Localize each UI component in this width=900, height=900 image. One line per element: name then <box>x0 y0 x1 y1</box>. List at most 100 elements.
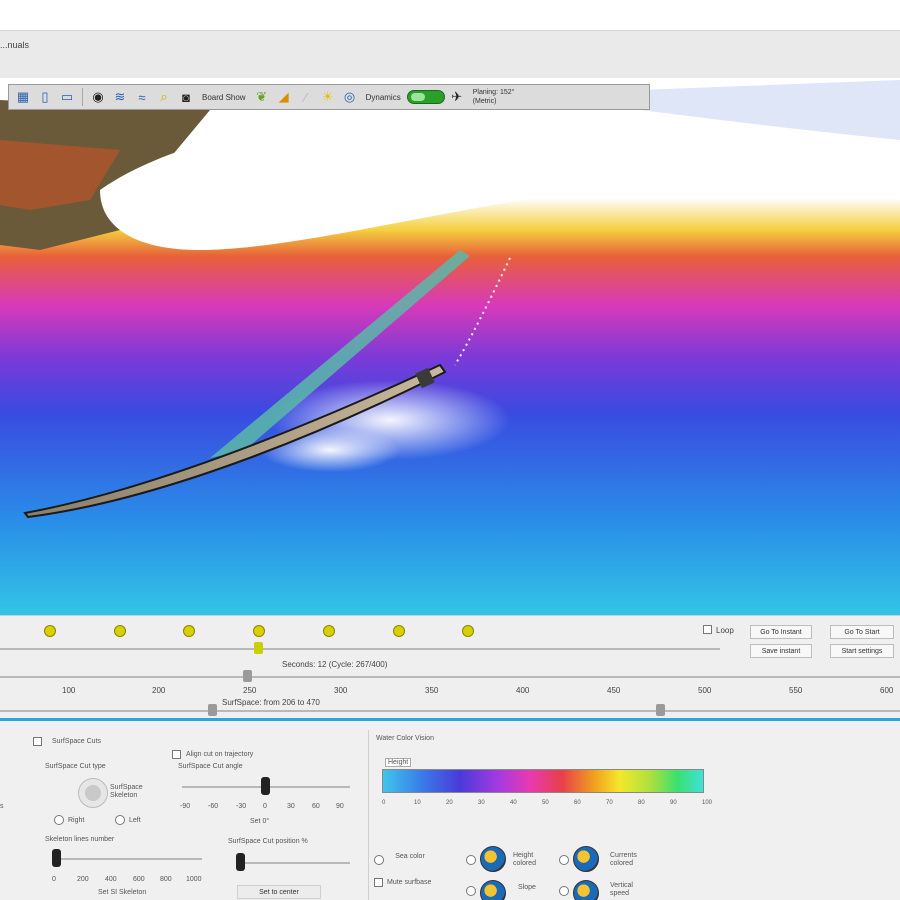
loop-checkbox[interactable] <box>703 625 712 634</box>
wave-view-icon[interactable]: ≋ <box>110 87 130 107</box>
page-copy-icon[interactable]: ▭ <box>57 87 77 107</box>
play-button[interactable] <box>393 625 405 637</box>
planing-readout: Planing: 152° (Metric) <box>469 88 515 106</box>
board-show-label[interactable]: Board Show <box>198 93 250 102</box>
tick-label: 250 <box>243 686 257 695</box>
skeleton-scale-tick: 800 <box>160 876 172 883</box>
goto-start-button[interactable]: Go To Start <box>830 625 894 639</box>
left-radio[interactable] <box>115 815 125 825</box>
chart-icon[interactable]: ◢ <box>274 87 294 107</box>
select-tool-icon[interactable]: ▦ <box>13 87 33 107</box>
save-instant-button[interactable]: Save instant <box>750 644 812 658</box>
color-scale-tick: 30 <box>478 800 485 806</box>
rewind-button[interactable] <box>183 625 195 637</box>
window-title: ...nuals <box>0 40 30 50</box>
skeleton-scale-tick: 0 <box>52 876 56 883</box>
last-frame-button[interactable] <box>462 625 474 637</box>
page-icon[interactable]: ▯ <box>35 87 55 107</box>
tick-label: 400 <box>516 686 530 695</box>
cut-angle-label: SurfSpace Cut angle <box>178 763 243 770</box>
tick-label: 300 <box>334 686 348 695</box>
tick-label: 600 <box>880 686 894 695</box>
cut-angle-thumb[interactable] <box>261 777 270 795</box>
cut-position-label: SurfSpace Cut position % <box>228 838 308 845</box>
toolbar-separator <box>82 88 83 106</box>
cut-position-thumb[interactable] <box>236 853 245 871</box>
right-label: Right <box>68 817 85 824</box>
skeleton-scale-tick: 600 <box>133 876 145 883</box>
color-scale-tick: 40 <box>510 800 517 806</box>
eye-icon[interactable]: ◉ <box>88 87 108 107</box>
seconds-track[interactable] <box>0 676 900 678</box>
set-center-button[interactable]: Set to center <box>237 885 321 899</box>
mute-surfbase-checkbox[interactable] <box>374 878 383 887</box>
title-bar: ...nuals <box>0 30 900 78</box>
angle-scale-tick: 60 <box>312 803 320 810</box>
vertical-speed-icon <box>573 880 599 900</box>
pause-button[interactable] <box>253 625 265 637</box>
dynamics-label: Dynamics <box>365 92 401 102</box>
angle-scale-tick: -60 <box>208 803 219 810</box>
color-scale-tick: 10 <box>414 800 421 806</box>
surfspace-range-end-thumb[interactable] <box>656 704 665 716</box>
height-colored-radio[interactable] <box>466 855 476 865</box>
leaf-icon[interactable]: ❦ <box>252 87 272 107</box>
tick-label: 500 <box>698 686 712 695</box>
cut-type-label: SurfSpace Cut type <box>45 763 106 770</box>
plane-icon[interactable]: ✈ <box>447 87 467 107</box>
surf-3d-viewport[interactable] <box>0 80 900 615</box>
set-skeleton-button[interactable]: Set SI Skeleton <box>98 889 146 896</box>
angle-scale-tick: 30 <box>287 803 295 810</box>
skeleton-lines-label: Skeleton lines number <box>45 836 115 843</box>
playback-track[interactable] <box>0 648 720 650</box>
angle-scale-tick: 90 <box>336 803 344 810</box>
currents-colored-radio[interactable] <box>559 855 569 865</box>
skeleton-dial[interactable] <box>78 778 108 808</box>
camera-icon[interactable]: ◙ <box>176 87 196 107</box>
bulb-icon[interactable]: ☀ <box>318 87 338 107</box>
surfspace-range-start-thumb[interactable] <box>208 704 217 716</box>
playback-thumb[interactable] <box>254 642 264 654</box>
tick-label: 550 <box>789 686 803 695</box>
skeleton-lines-thumb[interactable] <box>52 849 61 867</box>
app-window: ...nuals ▦ ▯ ▭ ◉ ≋ ≈ ⌕ ◙ Board Show ❦ ◢ … <box>0 0 900 900</box>
skeleton-scale-tick: 400 <box>105 876 117 883</box>
first-frame-button[interactable] <box>44 625 56 637</box>
skeleton-scale-tick: 1000 <box>186 876 202 883</box>
angle-scale-tick: -90 <box>180 803 191 810</box>
vertical-speed-radio[interactable] <box>559 886 569 896</box>
surfspace-range-track[interactable] <box>0 710 900 712</box>
water-color-label: Water Color Vision <box>376 735 434 742</box>
skeleton-scale-tick: 200 <box>77 876 89 883</box>
sea-color-radio[interactable] <box>374 855 384 865</box>
edge-label-stub: s <box>0 803 4 810</box>
slope-radio[interactable] <box>466 886 476 896</box>
color-scale-tick: 100 <box>702 800 713 806</box>
goto-instant-button[interactable]: Go To Instant <box>750 625 812 639</box>
seconds-thumb[interactable] <box>243 670 252 682</box>
height-tag[interactable]: Height <box>385 758 412 767</box>
tick-label: 100 <box>62 686 76 695</box>
surfspace-cuts-checkbox[interactable] <box>33 737 42 746</box>
rewind-fast-button[interactable] <box>114 625 126 637</box>
magnifier-icon[interactable]: ⌕ <box>154 87 174 107</box>
cut-position-track[interactable] <box>236 862 350 864</box>
color-scale-tick: 20 <box>446 800 453 806</box>
surfspace-range-caption: SurfSpace: from 206 to 470 <box>222 698 320 707</box>
right-radio[interactable] <box>54 815 64 825</box>
align-cut-checkbox[interactable] <box>172 750 181 759</box>
skeleton-lines-track[interactable] <box>52 858 202 860</box>
align-cut-label: Align cut on trajectory <box>186 751 254 758</box>
wand-icon[interactable]: ⁄ <box>296 87 316 107</box>
control-panel <box>0 721 900 900</box>
angle-scale-tick: 0 <box>263 803 267 810</box>
color-scale-tick: 60 <box>574 800 581 806</box>
tick-label: 450 <box>607 686 621 695</box>
set-angle-button[interactable]: Set 0° <box>250 818 269 825</box>
tick-label: 200 <box>152 686 166 695</box>
forward-button[interactable] <box>323 625 335 637</box>
dynamics-toggle[interactable] <box>406 90 445 104</box>
wave-alt-icon[interactable]: ≈ <box>132 87 152 107</box>
start-settings-button[interactable]: Start settings <box>830 644 894 658</box>
target-icon[interactable]: ◎ <box>340 87 360 107</box>
